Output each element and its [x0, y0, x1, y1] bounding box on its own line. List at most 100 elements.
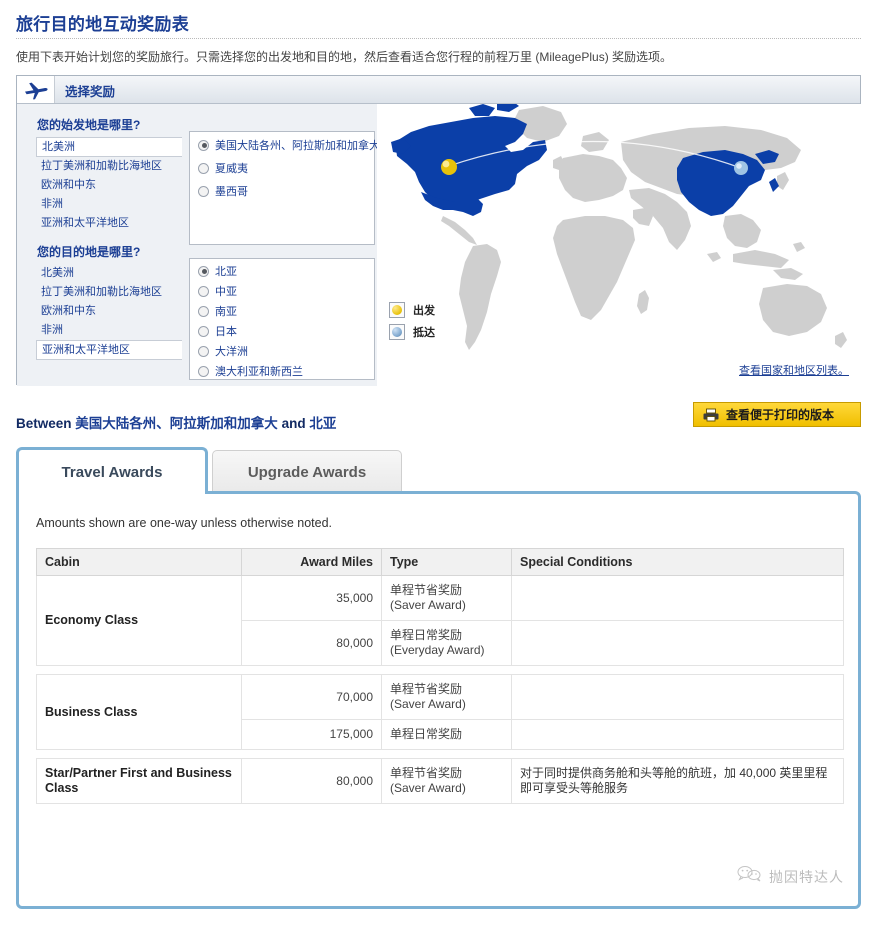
panel-heading: 选择奖励: [65, 85, 116, 99]
origin-option-label: 夏威夷: [215, 163, 248, 175]
destination-region-item[interactable]: 非洲: [37, 321, 182, 340]
origin-region-item[interactable]: 欧洲和中东: [37, 176, 182, 195]
cell-award-miles: 175,000: [241, 719, 382, 750]
cell-special-conditions: [511, 674, 844, 720]
column-header-award-miles: Award Miles: [241, 548, 382, 576]
awards-table: Cabin Award Miles Type Special Condition…: [36, 548, 844, 804]
origin-option-row[interactable]: 美国大陆各州、阿拉斯加和加拿大: [190, 136, 380, 154]
country-region-list-link[interactable]: 查看国家和地区列表。: [739, 362, 849, 378]
destination-question: 您的目的地是哪里?: [37, 245, 141, 259]
radio-icon[interactable]: [198, 162, 209, 174]
table-header-row: Cabin Award Miles Type Special Condition…: [36, 548, 844, 576]
watermark-text: 抛因特达人: [769, 868, 844, 885]
row-spacer: [36, 749, 844, 759]
origin-region-item[interactable]: 亚洲和太平洋地区: [37, 214, 182, 233]
destination-option-group[interactable]: 北亚 中亚 南亚 日本 大洋洲 澳大利亚和新西兰: [189, 258, 375, 380]
panel-header: 选择奖励: [17, 76, 860, 104]
destination-region-item[interactable]: 欧洲和中东: [37, 302, 182, 321]
route-prefix: Between: [16, 416, 72, 431]
radio-icon[interactable]: [198, 265, 209, 277]
route-connector: and: [281, 416, 306, 431]
cell-cabin: Business Class: [36, 674, 242, 750]
legend-item-depart: 出发: [389, 302, 435, 318]
world-map: 出发 抵达 查看国家和地区列表。: [377, 104, 861, 386]
title-divider: [16, 38, 861, 39]
awards-results: Travel Awards Upgrade Awards Amounts sho…: [16, 447, 861, 909]
intro-text: 使用下表开始计划您的奖励旅行。只需选择您的出发地和目的地，然后查看适合您行程的前…: [16, 50, 673, 64]
radio-icon[interactable]: [198, 365, 209, 377]
destination-option-label: 北亚: [215, 266, 237, 278]
print-version-button[interactable]: 查看便于打印的版本: [693, 402, 861, 427]
cell-special-conditions: [511, 719, 844, 750]
origin-option-row[interactable]: 墨西哥: [190, 182, 374, 200]
destination-option-label: 中亚: [215, 286, 237, 298]
column-header-cabin: Cabin: [36, 548, 242, 576]
cell-cabin: Economy Class: [36, 575, 242, 666]
route-origin: 美国大陆各州、阿拉斯加和加拿大: [75, 416, 278, 431]
legend-item-arrive: 抵达: [389, 324, 435, 340]
awards-panel: Amounts shown are one-way unless otherwi…: [16, 491, 861, 909]
destination-region-item[interactable]: 拉丁美洲和加勒比海地区: [37, 283, 182, 302]
origin-option-row[interactable]: 夏威夷: [190, 159, 374, 177]
destination-region-item[interactable]: 亚洲和太平洋地区: [36, 340, 182, 360]
cell-award-miles: 80,000: [241, 620, 382, 666]
arrive-marker-icon: [389, 324, 405, 340]
destination-option-label: 大洋洲: [215, 346, 248, 358]
column-header-type: Type: [381, 548, 512, 576]
origin-region-item[interactable]: 北美洲: [36, 137, 182, 157]
destination-option-label: 南亚: [215, 306, 237, 318]
destination-option-row[interactable]: 大洋洲: [190, 342, 374, 360]
destination-option-row[interactable]: 南亚: [190, 302, 374, 320]
row-spacer: [36, 665, 844, 675]
destination-region-item[interactable]: 北美洲: [37, 264, 182, 283]
column-header-special-conditions: Special Conditions: [511, 548, 844, 576]
radio-icon[interactable]: [198, 285, 209, 297]
destination-option-row[interactable]: 日本: [190, 322, 374, 340]
table-row: Star/Partner First and Business Class 80…: [36, 758, 844, 804]
radio-icon[interactable]: [198, 345, 209, 357]
wechat-icon: [737, 865, 763, 888]
cell-type: 单程节省奖励 (Saver Award): [381, 674, 512, 720]
cell-award-miles: 80,000: [241, 758, 382, 804]
cell-special-conditions: 对于同时提供商务舱和头等舱的航班，加 40,000 英里里程即可享受头等舱服务: [511, 758, 844, 804]
origin-option-label: 墨西哥: [215, 186, 248, 198]
table-row: Economy Class 35,000 单程节省奖励 (Saver Award): [36, 575, 844, 666]
cell-type: 单程节省奖励 (Saver Award): [381, 575, 512, 621]
printer-icon: [703, 408, 719, 422]
print-button-label: 查看便于打印的版本: [726, 408, 835, 422]
tab-label: Travel Awards: [61, 463, 163, 481]
cell-special-conditions: [511, 620, 844, 666]
airplane-icon: [17, 76, 55, 103]
watermark: 抛因特达人: [737, 865, 844, 888]
destination-option-label: 日本: [215, 326, 237, 338]
legend-label: 出发: [413, 305, 435, 317]
radio-icon[interactable]: [198, 185, 209, 197]
table-row: Business Class 70,000 单程节省奖励 (Saver Award…: [36, 674, 844, 750]
route-destination: 北亚: [309, 416, 337, 431]
origin-option-label: 美国大陆各州、阿拉斯加和加拿大: [215, 140, 380, 152]
origin-question: 您的始发地是哪里?: [37, 118, 141, 132]
destination-option-row[interactable]: 北亚: [190, 262, 374, 280]
cell-type: 单程日常奖励: [381, 719, 512, 750]
cell-award-miles: 35,000: [241, 575, 382, 621]
tab-travel-awards[interactable]: Travel Awards: [16, 447, 208, 494]
map-legend: 出发 抵达: [389, 302, 435, 346]
origin-region-item[interactable]: 非洲: [37, 195, 182, 214]
origin-region-list[interactable]: 北美洲 拉丁美洲和加勒比海地区 欧洲和中东 非洲 亚洲和太平洋地区: [36, 137, 182, 233]
cell-type: 单程节省奖励 (Saver Award): [381, 758, 512, 804]
radio-icon[interactable]: [198, 139, 209, 151]
radio-icon[interactable]: [198, 305, 209, 317]
destination-option-row[interactable]: 澳大利亚和新西兰: [190, 362, 374, 380]
selection-form: 您的始发地是哪里? 北美洲 拉丁美洲和加勒比海地区 欧洲和中东 非洲 亚洲和太平…: [17, 104, 380, 386]
origin-option-group[interactable]: 美国大陆各州、阿拉斯加和加拿大 夏威夷 墨西哥: [189, 131, 380, 245]
tab-upgrade-awards[interactable]: Upgrade Awards: [212, 450, 402, 494]
destination-option-label: 澳大利亚和新西兰: [215, 366, 303, 378]
destination-region-list[interactable]: 北美洲 拉丁美洲和加勒比海地区 欧洲和中东 非洲 亚洲和太平洋地区: [36, 264, 182, 360]
origin-region-item[interactable]: 拉丁美洲和加勒比海地区: [37, 157, 182, 176]
destination-option-row[interactable]: 中亚: [190, 282, 374, 300]
depart-marker-icon: [389, 302, 405, 318]
cell-special-conditions: [511, 575, 844, 621]
route-summary: Between 美国大陆各州、阿拉斯加和加拿大 and 北亚: [16, 412, 336, 432]
tab-label: Upgrade Awards: [247, 464, 367, 481]
radio-icon[interactable]: [198, 325, 209, 337]
